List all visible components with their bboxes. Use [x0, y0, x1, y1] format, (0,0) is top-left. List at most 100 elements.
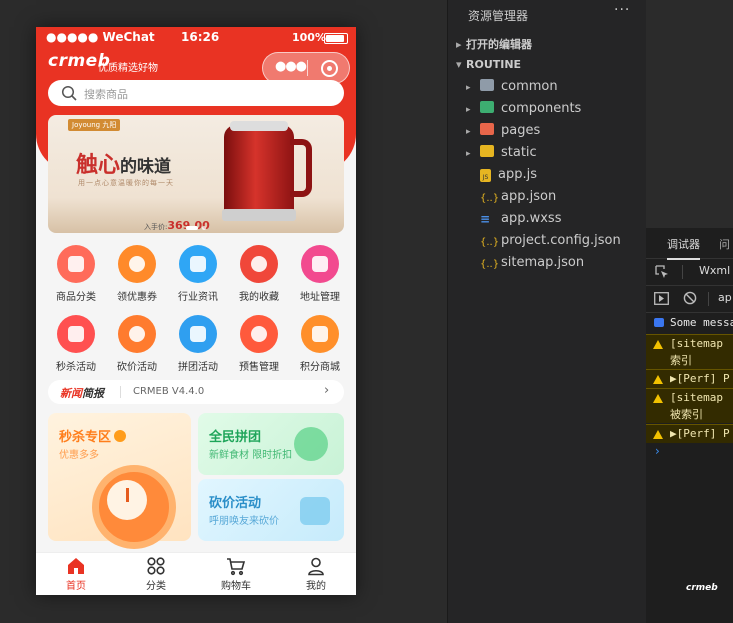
user-icon [308, 557, 324, 576]
file-tree-item[interactable]: JS app.js [466, 167, 537, 189]
tab-home[interactable]: 首页 [36, 556, 116, 592]
inspect-icon[interactable] [655, 265, 669, 279]
menu-item-coupon[interactable]: 领优惠券 [105, 245, 169, 303]
banner-brand: Joyoung 九阳 [68, 119, 121, 131]
more-actions-icon[interactable]: ··· [614, 2, 630, 18]
news-title: 新闻简报 [60, 387, 104, 400]
console-warning[interactable]: ▶[Perf] P [646, 424, 733, 443]
explorer-title: 资源管理器 [468, 9, 529, 23]
close-miniprogram-icon[interactable] [321, 60, 338, 77]
console-text-cont: 索引 [670, 354, 692, 367]
file-tree-item[interactable]: ≡ app.wxss [466, 211, 561, 233]
tab-cart[interactable]: 购物车 [196, 556, 276, 592]
info-icon [654, 318, 664, 327]
app-slogan: 优质精选好物 [98, 63, 158, 74]
menu-item-address[interactable]: 地址管理 [288, 245, 352, 303]
file-name: project.config.json [501, 233, 621, 248]
menu-item-bargain[interactable]: 砍价活动 [105, 315, 169, 373]
folder-icon [480, 101, 494, 113]
bargain-card[interactable]: 砍价活动 呼朋唤友来砍价 [198, 479, 344, 541]
menu-item-category[interactable]: 商品分类 [44, 245, 108, 303]
file-explorer: 资源管理器 ··· ▸ 打开的编辑器 ▾ ROUTINE ▸ common ▸ compo… [447, 0, 646, 623]
folder-icon [480, 123, 494, 135]
menu-item-news[interactable]: 行业资讯 [166, 245, 230, 303]
wxss-file-icon: ≡ [480, 212, 491, 226]
tab-issues[interactable]: 问 [719, 236, 730, 252]
menu-item-seckill[interactable]: 秒杀活动 [44, 315, 108, 373]
file-tree-item[interactable]: ▸ static [466, 145, 537, 167]
menu-item-label: 拼团活动 [178, 362, 218, 373]
console-text-cont: 被索引 [670, 408, 703, 421]
menu-item-label: 预售管理 [239, 362, 279, 373]
bargain-sub: 呼朋唤友来砍价 [209, 516, 279, 527]
menu-row-1: 商品分类 领优惠券 行业资讯 我的收藏 地址管理 [36, 245, 356, 303]
warning-icon [653, 340, 663, 349]
tab-wxml[interactable]: Wxml [699, 264, 730, 277]
open-editors-section[interactable]: ▸ 打开的编辑器 [456, 36, 532, 52]
promo-banner[interactable]: Joyoung 九阳 触心的味道 用一点心意温暖你的每一天 入手价:369.00 [48, 115, 344, 233]
corner-logo: crmeb [686, 583, 718, 593]
chevron-right-icon: ▸ [466, 83, 471, 93]
clear-console-icon[interactable] [683, 291, 697, 305]
home-icon [68, 558, 84, 574]
folder-icon [480, 79, 494, 91]
menu-item-group-buy[interactable]: 拼团活动 [166, 315, 230, 373]
console-prompt-icon[interactable]: › [655, 444, 660, 458]
file-name: common [501, 79, 558, 94]
warning-icon [653, 394, 663, 403]
json-file-icon: {..} [480, 237, 500, 248]
group-buy-title: 全民拼团 [209, 430, 262, 445]
news-icon [179, 245, 217, 283]
file-tree-item[interactable]: ▸ common [466, 79, 558, 101]
seckill-title: 秒杀专区 [59, 426, 127, 445]
file-name: components [501, 101, 582, 116]
category-icon [57, 245, 95, 283]
sidebar-toggle-icon[interactable] [654, 292, 669, 305]
status-bar: ●●●●● WeChat 16:26 100% [36, 27, 356, 49]
console-warning[interactable]: ▶[Perf] P [646, 369, 733, 388]
file-tree-item[interactable]: ▸ pages [466, 123, 540, 145]
console-text: Some messa [670, 316, 733, 329]
menu-item-label: 地址管理 [300, 292, 340, 303]
more-icon[interactable]: ●●● [275, 59, 307, 74]
search-input[interactable]: 搜索商品 [48, 80, 344, 106]
menu-item-presale[interactable]: 预售管理 [227, 315, 291, 373]
favorite-icon [240, 245, 278, 283]
debugger-panel: 调试器 问 Wxml ap Some messa [sitemap 索引 ▶[Perf… [646, 228, 733, 623]
tab-category[interactable]: 分类 [116, 556, 196, 592]
context-selector[interactable]: ap [718, 291, 732, 304]
news-text: CRMEB V4.4.0 [133, 386, 205, 397]
menu-item-label: 商品分类 [56, 292, 96, 303]
tab-profile[interactable]: 我的 [276, 556, 356, 592]
news-ticker[interactable]: 新闻简报 CRMEB V4.4.0 › [48, 380, 344, 404]
tab-debugger[interactable]: 调试器 [667, 236, 700, 260]
menu-item-label: 行业资讯 [178, 292, 218, 303]
devtools-toolbar: Wxml [646, 259, 733, 286]
routine-section[interactable]: ▾ ROUTINE [456, 58, 521, 71]
points-mall-icon [301, 315, 339, 353]
seckill-card[interactable]: 秒杀专区 优惠多多 [48, 413, 191, 549]
console-info[interactable]: Some messa [646, 314, 733, 332]
console-warning[interactable]: [sitemap 被索引 [646, 388, 733, 423]
banner-pagination [186, 215, 210, 233]
file-tree-item[interactable]: {..} app.json [466, 189, 556, 211]
menu-item-favorite[interactable]: 我的收藏 [227, 245, 291, 303]
file-tree-item[interactable]: {..} project.config.json [466, 233, 621, 255]
soymilk-maker-image [222, 121, 312, 221]
menu-item-points-mall[interactable]: 积分商城 [288, 315, 352, 373]
file-tree-item[interactable]: {..} sitemap.json [466, 255, 584, 277]
debugger-tabs: 调试器 问 [646, 228, 733, 260]
coupon-icon [118, 245, 156, 283]
file-name: app.wxss [501, 211, 562, 226]
menu-item-label: 我的收藏 [239, 292, 279, 303]
chevron-right-icon: ▸ [466, 105, 471, 115]
file-tree-item[interactable]: ▸ components [466, 101, 581, 123]
group-buy-card[interactable]: 全民拼团 新鲜食材 限时折扣 [198, 413, 344, 475]
console-warning[interactable]: [sitemap 索引 [646, 334, 733, 369]
banner-headline: 触心的味道 [76, 153, 172, 178]
menu-item-label: 领优惠券 [117, 292, 157, 303]
js-file-icon: JS [480, 169, 491, 182]
cart-icon [227, 558, 246, 576]
battery-label: 100% [292, 31, 326, 44]
search-icon [61, 85, 77, 101]
